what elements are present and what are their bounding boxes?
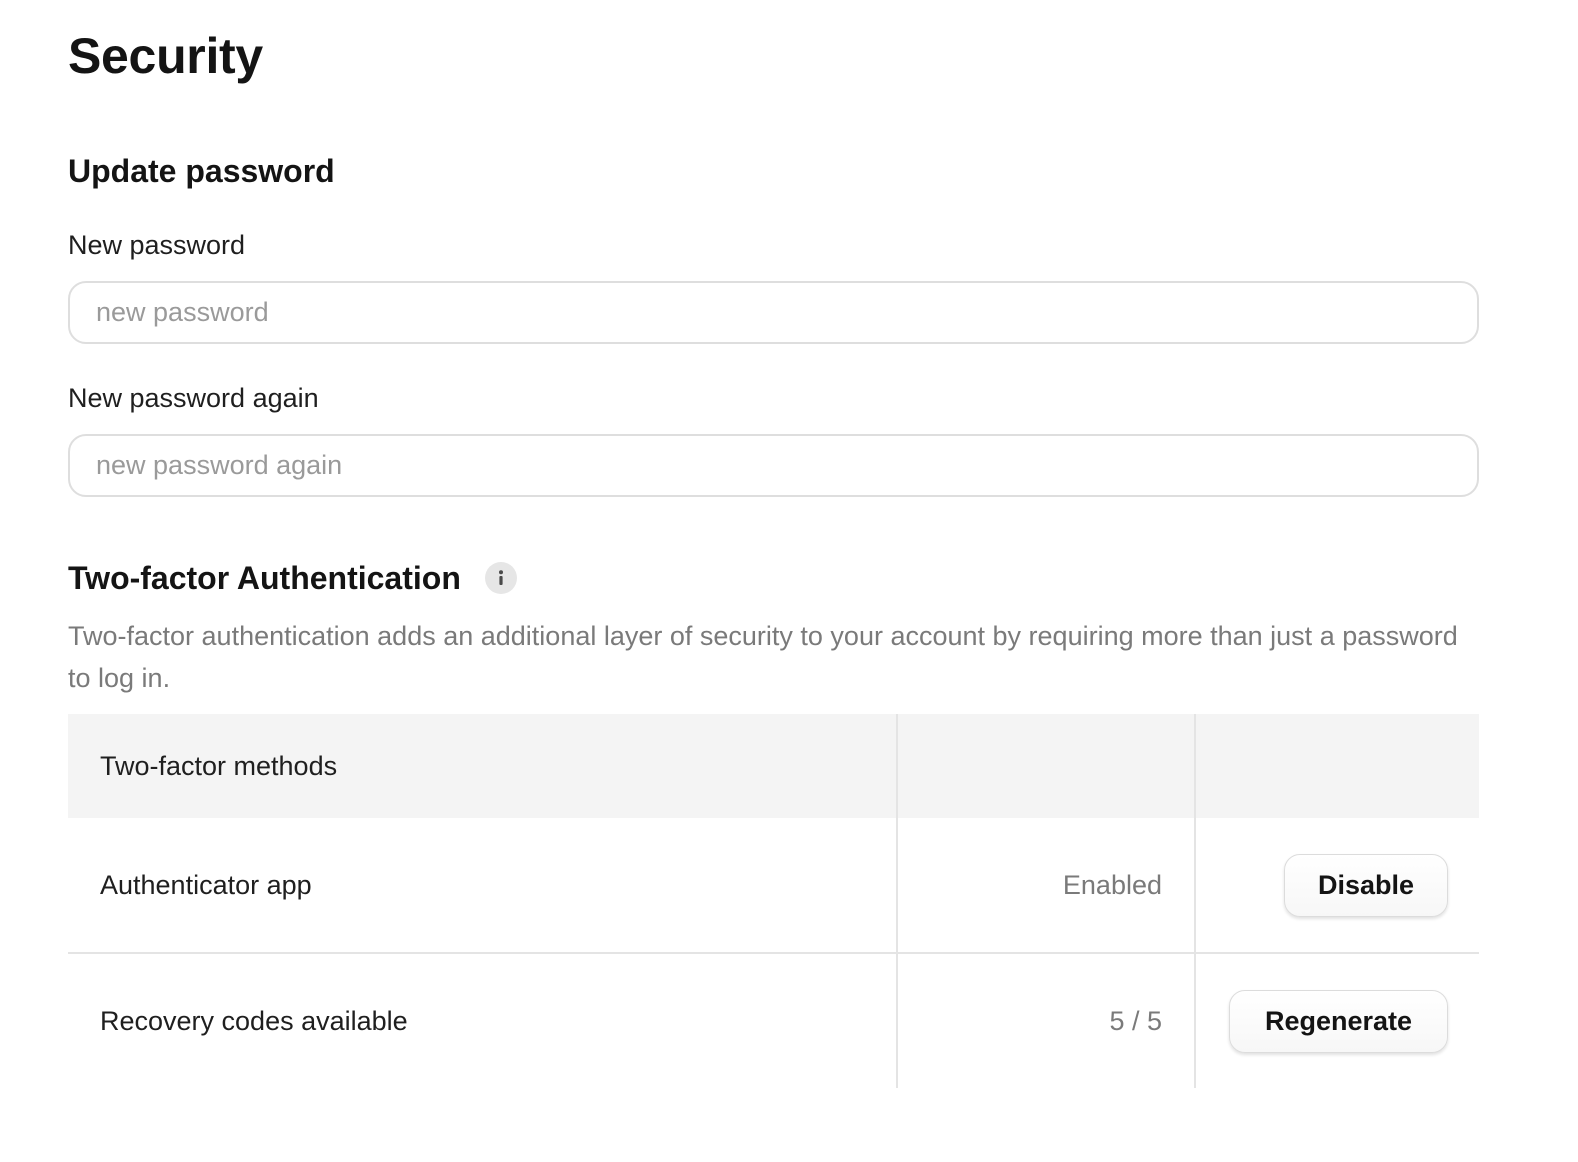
page-title: Security — [68, 28, 263, 84]
recovery-codes-count: 5 / 5 — [898, 954, 1196, 1088]
table-header-action — [1196, 714, 1479, 818]
authenticator-status: Enabled — [898, 818, 1196, 952]
info-icon[interactable] — [484, 562, 517, 594]
two-factor-methods-table: Two-factor methods Authenticator app Ena… — [68, 714, 1479, 1088]
recovery-codes-action-cell: Regenerate — [1196, 954, 1479, 1088]
table-row: Authenticator app Enabled Disable — [68, 818, 1479, 954]
method-name-authenticator-app: Authenticator app — [68, 818, 898, 952]
regenerate-button[interactable]: Regenerate — [1229, 989, 1448, 1053]
method-name-recovery-codes: Recovery codes available — [68, 954, 898, 1088]
two-factor-description: Two-factor authentication adds an additi… — [68, 621, 1458, 693]
disable-button[interactable]: Disable — [1284, 853, 1448, 917]
authenticator-action-cell: Disable — [1196, 818, 1479, 952]
new-password-again-input[interactable] — [68, 434, 1479, 497]
update-password-heading: Update password — [68, 153, 335, 189]
new-password-input[interactable] — [68, 281, 1479, 344]
two-factor-heading: Two-factor Authentication — [68, 560, 461, 596]
table-header-methods: Two-factor methods — [68, 714, 898, 818]
table-row: Recovery codes available 5 / 5 Regenerat… — [68, 954, 1479, 1088]
table-header-status — [898, 714, 1196, 818]
table-header-row: Two-factor methods — [68, 714, 1479, 818]
new-password-label: New password — [68, 230, 246, 260]
new-password-again-label: New password again — [68, 383, 319, 413]
two-factor-heading-row: Two-factor Authentication — [68, 557, 517, 599]
